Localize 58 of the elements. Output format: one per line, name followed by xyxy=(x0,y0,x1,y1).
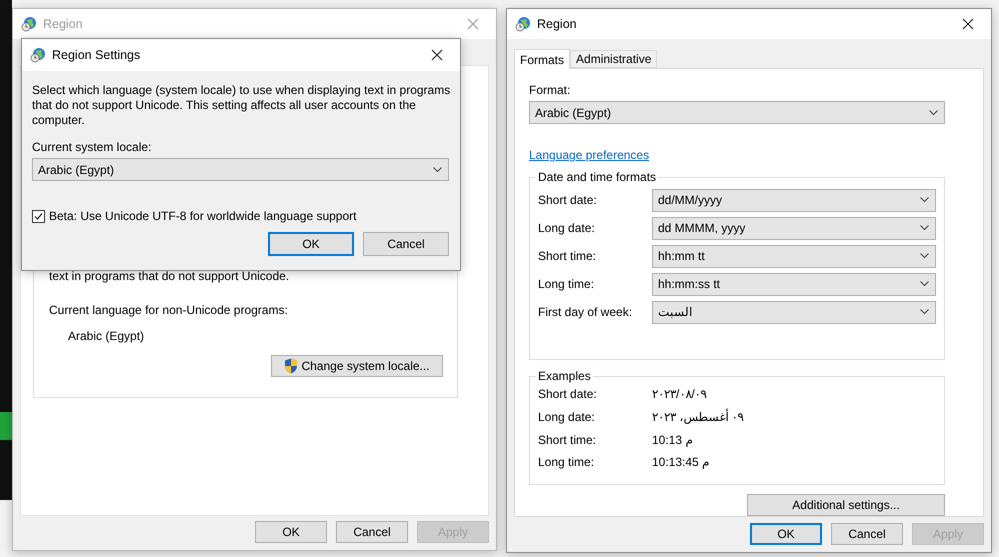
dialog-button[interactable]: OK xyxy=(750,523,822,545)
description-text: Select which language (system locale) to use when displaying text in programs that do not support Unicode. This setting affects all user accounts on the computer. xyxy=(32,83,452,128)
shield-icon xyxy=(284,358,298,374)
description-text: text in programs that do not support Unicode. xyxy=(49,269,290,283)
example-label: Short time: xyxy=(538,432,598,447)
close-icon xyxy=(431,49,443,61)
tab[interactable]: Formats xyxy=(514,49,570,69)
close-icon xyxy=(962,18,974,30)
field-label: First day of week: xyxy=(538,305,634,319)
chevron-down-icon xyxy=(920,253,929,259)
checkbox[interactable] xyxy=(32,210,45,222)
field-label: Current language for non-Unicode programs: xyxy=(49,303,289,317)
tab[interactable]: Administrative xyxy=(570,50,658,68)
chevron-down-icon xyxy=(920,309,929,315)
example-label: Short date: xyxy=(538,387,598,402)
globe-icon xyxy=(21,16,37,32)
dialog-button[interactable]: Cancel xyxy=(363,232,449,256)
chevron-down-icon xyxy=(929,110,938,116)
example-value: 10:13:45 م xyxy=(652,455,710,470)
dialog-button[interactable]: OK xyxy=(255,521,327,543)
field-label: Format: xyxy=(529,83,572,97)
example-label: Long time: xyxy=(538,455,596,470)
close-icon xyxy=(467,18,479,30)
example-label: Long date: xyxy=(538,410,596,424)
dialog-button[interactable]: Cancel xyxy=(831,523,903,545)
globe-icon xyxy=(30,47,46,63)
example-value: ٢٠٢٣/٠٨/٠٩ xyxy=(652,387,707,402)
dialog-button[interactable]: Cancel xyxy=(336,521,408,543)
dropdown[interactable]: Arabic (Egypt) xyxy=(529,101,945,124)
change-locale-button[interactable]: Change system locale... xyxy=(271,355,443,377)
field-label: Short time: xyxy=(538,249,598,263)
checkbox-label: Beta: Use Unicode UTF-8 for worldwide language support xyxy=(49,209,356,223)
dropdown[interactable]: hh:mm tt xyxy=(652,244,936,268)
window-title: Region xyxy=(537,17,578,31)
example-value: ٠٩ أغسطس، ٢٠٢٣ xyxy=(652,410,744,424)
language-preferences-link[interactable]: Language preferences xyxy=(529,148,650,162)
chevron-down-icon xyxy=(433,166,442,172)
field-label: Long time: xyxy=(538,277,596,291)
field-label: Short date: xyxy=(538,193,598,207)
field-label: Current system locale: xyxy=(32,140,152,154)
dropdown[interactable]: dd MMMM, yyyy xyxy=(652,216,936,240)
chevron-down-icon xyxy=(920,225,929,231)
dropdown[interactable]: السبت xyxy=(652,300,936,324)
dropdown[interactable]: hh:mm:ss tt xyxy=(652,272,936,296)
dropdown[interactable]: Arabic (Egypt) xyxy=(32,158,449,181)
field-label: Long date: xyxy=(538,221,596,235)
dialog-button[interactable]: OK xyxy=(268,232,354,256)
chevron-down-icon xyxy=(920,197,929,203)
chevron-down-icon xyxy=(920,281,929,287)
additional-settings-button[interactable]: Additional settings... xyxy=(747,494,945,516)
window-title: Region xyxy=(43,17,84,31)
group-title: Examples xyxy=(537,369,592,383)
dropdown[interactable]: dd/MM/yyyy xyxy=(652,188,936,212)
dialog-title: Region Settings xyxy=(52,48,142,62)
field-value: Arabic (Egypt) xyxy=(67,329,146,343)
globe-icon xyxy=(515,16,531,32)
group-title: Date and time formats xyxy=(537,170,658,184)
example-value: 10:13 م xyxy=(652,432,692,447)
